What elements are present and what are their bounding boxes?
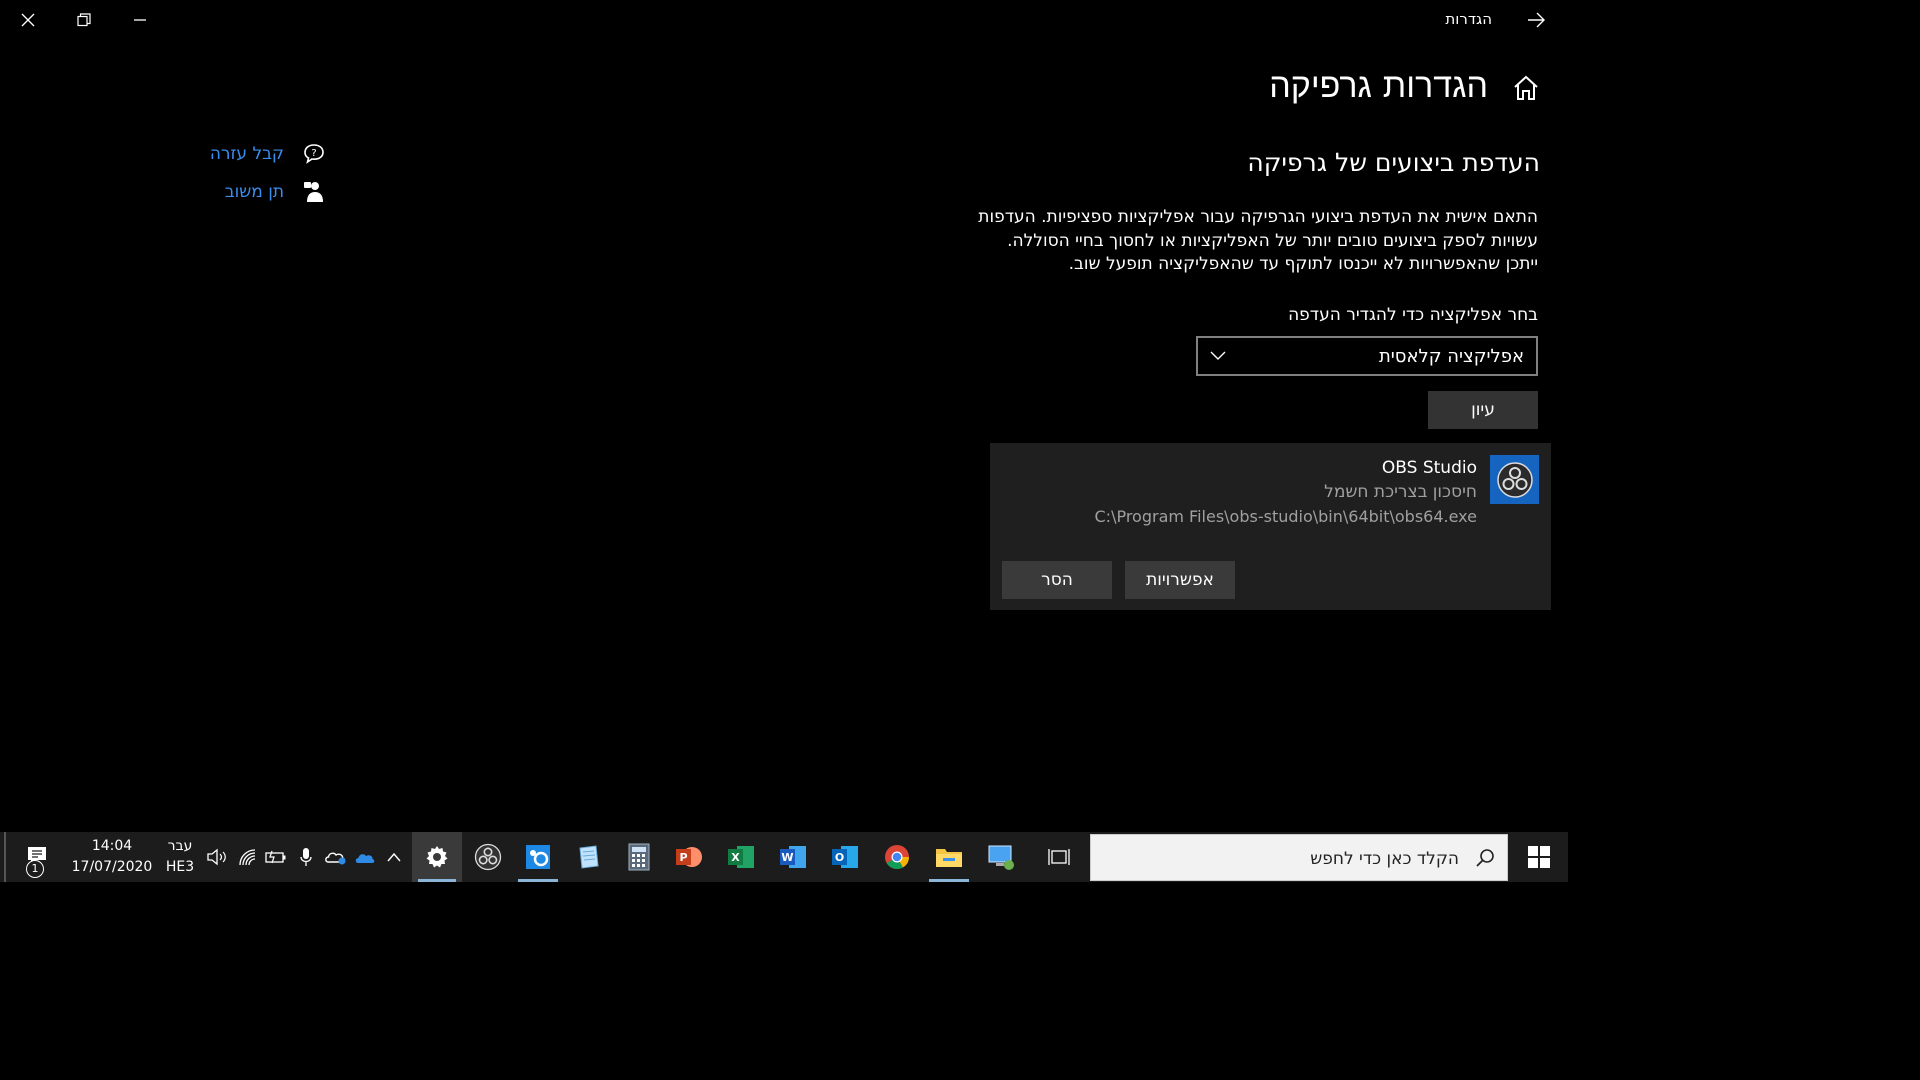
tray-onedrive-personal[interactable] xyxy=(322,832,350,882)
close-button[interactable] xyxy=(0,0,56,40)
app-preference: חיסכון בצריכת חשמל xyxy=(1324,482,1477,502)
cloud-sync-icon xyxy=(325,852,346,865)
tray-onedrive[interactable] xyxy=(352,832,378,882)
taskbar-app-notepad[interactable] xyxy=(562,832,614,882)
taskbar-app-chrome[interactable] xyxy=(871,832,923,882)
window-title: הגדרות xyxy=(1445,10,1492,28)
back-arrow-icon xyxy=(1528,12,1545,28)
taskbar-app-powerpoint[interactable]: P xyxy=(663,832,715,882)
give-feedback-link[interactable]: תן משוב xyxy=(225,182,284,202)
active-indicator xyxy=(418,879,456,882)
svg-text:X: X xyxy=(731,851,740,864)
language-line-1: עבר xyxy=(167,838,193,854)
taskbar-app-excel[interactable]: X xyxy=(715,832,767,882)
taskbar-app-obs-studio[interactable] xyxy=(462,832,514,882)
taskbar-app-control-panel[interactable] xyxy=(512,832,564,882)
svg-text:?: ? xyxy=(311,148,316,159)
app-name: OBS Studio xyxy=(1381,458,1477,478)
chevron-up-icon xyxy=(387,852,401,862)
home-icon[interactable] xyxy=(1512,74,1540,102)
svg-text:P: P xyxy=(679,851,687,864)
get-help-icon: ? xyxy=(304,144,324,164)
remove-button[interactable]: הסר xyxy=(1002,561,1112,599)
notification-badge: 1 xyxy=(26,860,44,878)
svg-text:O: O xyxy=(835,851,844,864)
restore-icon xyxy=(77,13,91,27)
taskbar-app-settings[interactable] xyxy=(412,832,462,882)
active-indicator xyxy=(518,879,558,882)
language-line-2: HE3 xyxy=(165,859,195,875)
task-view-icon xyxy=(1048,849,1070,865)
task-view-button[interactable] xyxy=(1034,832,1084,882)
taskbar-search-box[interactable]: הקלד כאן כדי לחפש xyxy=(1090,834,1508,881)
close-icon xyxy=(21,13,35,27)
taskbar-app-remote-desktop[interactable] xyxy=(975,832,1027,882)
back-button[interactable] xyxy=(1516,4,1556,36)
choose-app-label: בחר אפליקציה כדי להגדיר העדפה xyxy=(1288,305,1538,325)
minimize-icon xyxy=(134,19,146,21)
show-desktop-divider[interactable] xyxy=(4,832,6,882)
settings-gear-icon xyxy=(426,846,448,868)
action-center-button[interactable]: 1 xyxy=(12,832,62,882)
battery-icon xyxy=(265,850,286,864)
taskbar-app-word[interactable]: W xyxy=(767,832,819,882)
restore-button[interactable] xyxy=(56,0,112,40)
description-text: התאם אישית את העדפת ביצועי הגרפיקה עבור … xyxy=(978,207,1538,274)
app-type-select-value: אפליקציה קלאסית xyxy=(1378,345,1524,367)
speaker-icon xyxy=(207,848,226,866)
control-panel-icon xyxy=(526,845,550,869)
tray-network[interactable] xyxy=(235,832,261,882)
taskbar-app-file-explorer[interactable] xyxy=(923,832,975,882)
app-type-select[interactable]: אפליקציה קלאסית xyxy=(1196,336,1538,376)
browse-button[interactable]: עיון xyxy=(1428,391,1538,429)
search-icon xyxy=(1476,849,1494,867)
options-button[interactable]: אפשרויות xyxy=(1125,561,1235,599)
calculator-icon xyxy=(628,843,650,871)
word-icon: W xyxy=(780,846,806,868)
outlook-icon: O xyxy=(832,846,858,868)
powerpoint-icon: P xyxy=(676,847,702,867)
obs-taskbar-icon xyxy=(474,843,502,871)
search-placeholder: הקלד כאן כדי לחפש xyxy=(1310,849,1459,869)
chrome-icon xyxy=(885,845,909,870)
clock[interactable]: 14:04 17/07/2020 xyxy=(70,836,154,878)
minimize-button[interactable] xyxy=(112,0,168,40)
wifi-icon xyxy=(239,849,256,866)
obs-studio-icon xyxy=(1490,455,1539,504)
svg-text:W: W xyxy=(781,851,793,864)
clock-time: 14:04 xyxy=(91,838,133,854)
chevron-down-icon xyxy=(1198,351,1238,361)
excel-icon: X xyxy=(728,846,754,868)
tray-volume[interactable] xyxy=(204,832,230,882)
show-hidden-icons-button[interactable] xyxy=(382,832,406,882)
windows-logo-icon xyxy=(1528,846,1550,868)
notepad-icon xyxy=(579,845,599,869)
clock-date: 17/07/2020 xyxy=(71,859,153,875)
language-indicator[interactable]: עבר HE3 xyxy=(160,836,200,878)
taskbar: הקלד כאן כדי לחפש O W X P עבר HE3 14:04 … xyxy=(0,832,1568,882)
section-title: העדפת ביצועים של גרפיקה xyxy=(1247,148,1540,177)
taskbar-app-outlook[interactable]: O xyxy=(819,832,871,882)
app-path: C:\Program Files\obs-studio\bin\64bit\ob… xyxy=(1094,507,1478,526)
get-help-link[interactable]: קבל עזרה xyxy=(210,144,284,164)
page-title: הגדרות גרפיקה xyxy=(1269,66,1488,106)
tray-microphone[interactable] xyxy=(295,832,317,882)
start-button[interactable] xyxy=(1510,832,1568,882)
taskbar-app-calculator[interactable] xyxy=(613,832,665,882)
remote-desktop-icon xyxy=(988,845,1014,870)
tray-battery[interactable] xyxy=(262,832,290,882)
active-indicator xyxy=(929,879,969,882)
file-explorer-icon xyxy=(936,849,962,867)
microphone-icon xyxy=(300,848,312,866)
onedrive-cloud-icon xyxy=(355,854,375,863)
feedback-icon xyxy=(304,182,323,202)
